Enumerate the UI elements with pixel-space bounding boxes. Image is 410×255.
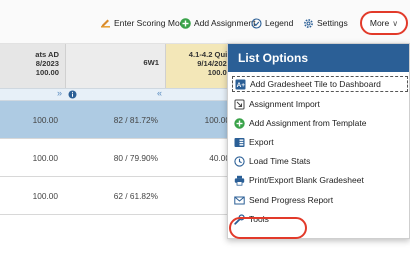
- chevron-down-icon: ∨: [392, 18, 399, 28]
- pencil-icon: [101, 19, 110, 28]
- enter-scoring-mode-label: Enter Scoring Mode: [114, 18, 190, 28]
- import-icon: [234, 99, 245, 109]
- plus-circle-icon: [234, 117, 245, 129]
- column-1-header[interactable]: ats AD 8/2023 100.00: [0, 44, 66, 88]
- menu-title: List Options: [228, 44, 409, 72]
- envelope-icon: [234, 196, 245, 204]
- double-chevron-left-icon[interactable]: «: [157, 88, 162, 98]
- more-button[interactable]: More ∨: [360, 11, 408, 35]
- column-1-header-text: ats AD 8/2023 100.00: [35, 50, 59, 77]
- spreadsheet-icon: [234, 137, 245, 147]
- menu-item-export[interactable]: Export: [234, 134, 406, 150]
- menu-item-add-from-template[interactable]: Add Assignment from Template: [234, 115, 406, 131]
- column-6w1-header[interactable]: 6W1: [66, 44, 166, 88]
- column-1-subbar: »: [0, 88, 66, 101]
- table-row[interactable]: [0, 215, 66, 253]
- table-row[interactable]: 80 / 79.90%: [66, 139, 166, 177]
- tools-highlight: [229, 217, 307, 239]
- menu-item-add-gradesheet-tile[interactable]: A+ Add Gradesheet Tile to Dashboard: [232, 76, 408, 92]
- dashboard-tile-icon: A+: [235, 79, 246, 89]
- table-row[interactable]: 82 / 81.72%: [66, 101, 166, 139]
- double-chevron-right-icon[interactable]: »: [57, 88, 62, 98]
- grade-column-1: ats AD 8/2023 100.00 » 100.00 100.00 100…: [0, 44, 66, 255]
- column-6w1-subbar: «: [66, 88, 166, 101]
- table-row[interactable]: 100.00: [0, 177, 66, 215]
- info-icon[interactable]: [68, 90, 77, 99]
- table-row[interactable]: [66, 215, 166, 253]
- table-row[interactable]: 62 / 61.82%: [66, 177, 166, 215]
- list-options-menu: List Options A+ Add Gradesheet Tile to D…: [227, 43, 410, 239]
- add-assignment-label: Add Assignment: [194, 18, 256, 28]
- gear-icon: [304, 18, 313, 28]
- menu-item-load-time-stats[interactable]: Load Time Stats: [234, 153, 406, 169]
- add-assignment-button[interactable]: Add Assignment: [180, 16, 255, 30]
- legend-icon: [251, 17, 262, 29]
- grade-column-6w1: 6W1 « 82 / 81.72% 80 / 79.90% 62 / 61.82…: [66, 44, 166, 255]
- table-row[interactable]: 100.00: [0, 139, 66, 177]
- enter-scoring-mode-button[interactable]: Enter Scoring Mode: [100, 16, 189, 30]
- settings-label: Settings: [317, 18, 348, 28]
- table-row[interactable]: 100.00: [0, 101, 66, 139]
- menu-item-send-progress-report[interactable]: Send Progress Report: [234, 192, 406, 208]
- menu-item-print-blank-gradesheet[interactable]: Print/Export Blank Gradesheet: [234, 172, 406, 188]
- plus-circle-icon: [180, 17, 191, 29]
- legend-button[interactable]: Legend: [251, 16, 293, 30]
- svg-text:A+: A+: [237, 82, 246, 89]
- column-quiz-header-text: 4.1-4.2 Quiz 9/14/2023 100.00: [188, 50, 231, 77]
- clock-icon: [234, 155, 245, 167]
- column-6w1-header-text: 6W1: [143, 58, 159, 67]
- settings-button[interactable]: Settings: [303, 16, 348, 30]
- gradebook-toolbar: Enter Scoring Mode Add Assignment Legend…: [0, 0, 410, 44]
- legend-label: Legend: [265, 18, 294, 28]
- printer-icon: [234, 175, 245, 186]
- more-label: More: [369, 18, 390, 28]
- menu-item-assignment-import[interactable]: Assignment Import: [234, 96, 406, 112]
